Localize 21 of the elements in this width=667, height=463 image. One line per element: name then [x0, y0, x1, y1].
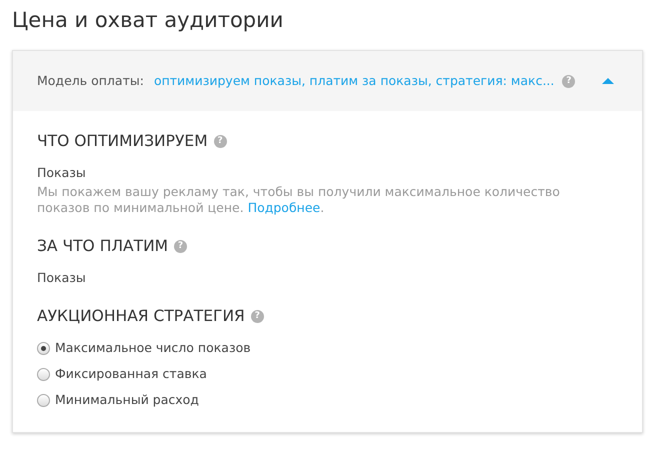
value-text: Показы [37, 270, 87, 286]
section-heading: ЧТО ОПТИМИЗИРУЕМ [37, 131, 208, 151]
radio-button[interactable] [37, 394, 50, 406]
description-text: Мы покажем вашу рекламу так, чтобы вы получили максимальное количество показов по минимальной цене. Подробнее. [37, 184, 561, 216]
payment-model-link[interactable]: оптимизируем показы, платим за показы, стратегия: макс... [154, 72, 554, 90]
help-icon[interactable]: ? [562, 74, 576, 88]
help-icon[interactable]: ? [174, 240, 188, 252]
radio-option[interactable]: Минимальный расход [37, 392, 618, 408]
section-heading: ЗА ЧТО ПЛАТИМ [37, 236, 168, 256]
radio-option[interactable]: Фиксированная ставка [37, 366, 618, 382]
field-label: Модель оплаты: [37, 72, 144, 90]
radio-button[interactable] [37, 368, 50, 380]
help-icon[interactable]: ? [250, 310, 264, 322]
page-title: Цена и охват аудитории [12, 7, 284, 34]
help-icon[interactable]: ? [214, 134, 227, 148]
collapse-icon[interactable] [602, 77, 614, 85]
more-link[interactable]: Подробнее [248, 200, 320, 215]
radio-option[interactable]: Максимальное число показов [37, 340, 618, 356]
section-heading: АУКЦИОННАЯ СТРАТЕГИЯ [37, 306, 245, 326]
radio-button[interactable] [37, 342, 50, 354]
value-text: Показы [37, 165, 87, 181]
